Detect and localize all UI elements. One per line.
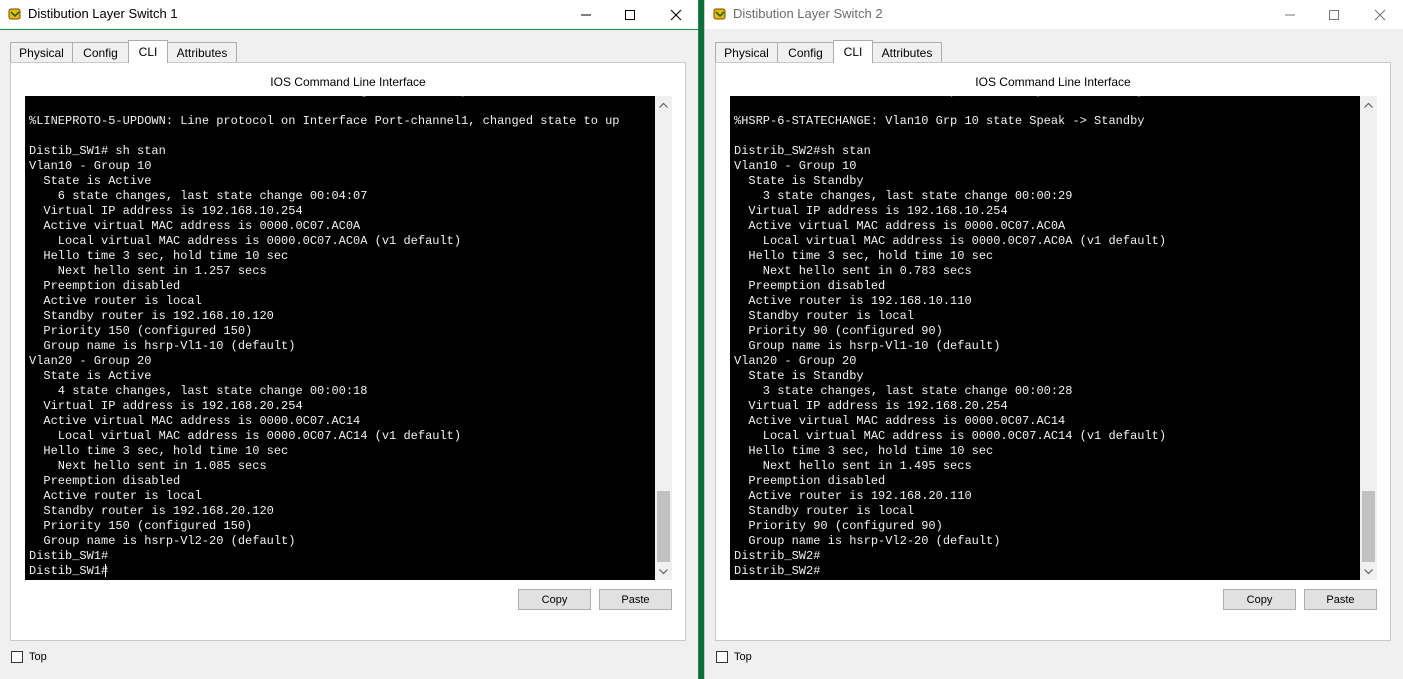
- top-checkbox[interactable]: [716, 651, 728, 663]
- tab-cli[interactable]: CLI: [833, 40, 873, 63]
- window-title: Distibution Layer Switch 1: [28, 6, 178, 21]
- terminal-scrollbar[interactable]: [655, 96, 672, 580]
- tab-physical[interactable]: Physical: [10, 42, 73, 62]
- tab-cli[interactable]: CLI: [128, 40, 168, 63]
- packet-tracer-icon: [713, 8, 726, 20]
- scroll-down-arrow-icon[interactable]: [655, 563, 672, 580]
- maximize-icon: [625, 9, 635, 20]
- scrollbar-thumb[interactable]: [1362, 491, 1375, 562]
- scroll-up-arrow-icon[interactable]: [655, 96, 672, 113]
- tab-physical[interactable]: Physical: [715, 42, 778, 62]
- scroll-down-arrow-icon[interactable]: [1360, 563, 1377, 580]
- window-title: Distibution Layer Switch 2: [733, 6, 883, 21]
- cli-heading: IOS Command Line Interface: [270, 75, 426, 89]
- tab-attributes[interactable]: Attributes: [872, 42, 942, 62]
- paste-button[interactable]: Paste: [1304, 589, 1377, 610]
- copy-button[interactable]: Copy: [518, 589, 591, 610]
- switch2-window: Distibution Layer Switch 2 Physical Conf…: [704, 0, 1403, 679]
- minimize-button[interactable]: [1267, 0, 1313, 29]
- close-icon: [670, 9, 682, 20]
- title-bar[interactable]: Distibution Layer Switch 1: [0, 0, 698, 30]
- terminal-scrollbar[interactable]: [1360, 96, 1377, 580]
- text-cursor: [105, 564, 106, 577]
- cli-panel: IOS Command Line Interface %LINK-5-CHANG…: [10, 62, 686, 641]
- switch1-window: Distibution Layer Switch 1 Physical Conf…: [0, 0, 699, 679]
- close-button[interactable]: [653, 0, 698, 29]
- terminal[interactable]: %LINK-5-CHANGED: Interface Port-channel1…: [25, 96, 655, 580]
- minimize-icon: [581, 14, 591, 15]
- scroll-up-arrow-icon[interactable]: [1360, 96, 1377, 113]
- tab-config[interactable]: Config: [777, 42, 834, 62]
- packet-tracer-icon: [8, 8, 21, 20]
- cli-heading: IOS Command Line Interface: [975, 75, 1131, 89]
- close-button[interactable]: [1357, 0, 1403, 29]
- paste-button[interactable]: Paste: [599, 589, 672, 610]
- maximize-button[interactable]: [1311, 0, 1357, 29]
- tab-attributes[interactable]: Attributes: [167, 42, 237, 62]
- top-label: Top: [734, 651, 752, 663]
- maximize-icon: [1329, 9, 1339, 20]
- tab-config[interactable]: Config: [72, 42, 129, 62]
- top-checkbox[interactable]: [11, 651, 23, 663]
- terminal-output: %LINK-5-CHANGED: Interface Port-channel1…: [29, 96, 620, 578]
- top-label: Top: [29, 651, 47, 663]
- minimize-button[interactable]: [563, 0, 609, 29]
- maximize-button[interactable]: [607, 0, 653, 29]
- minimize-icon: [1285, 14, 1295, 15]
- title-bar[interactable]: Distibution Layer Switch 2: [705, 0, 1403, 29]
- cli-panel: IOS Command Line Interface %HSRP-6-STATE…: [715, 62, 1391, 641]
- close-icon: [1374, 9, 1386, 20]
- copy-button[interactable]: Copy: [1223, 589, 1296, 610]
- terminal[interactable]: %HSRP-6-STATECHANGE: Vlan20 Grp 20 state…: [730, 96, 1360, 580]
- terminal-output: %HSRP-6-STATECHANGE: Vlan20 Grp 20 state…: [734, 96, 1167, 578]
- scrollbar-thumb[interactable]: [657, 491, 670, 562]
